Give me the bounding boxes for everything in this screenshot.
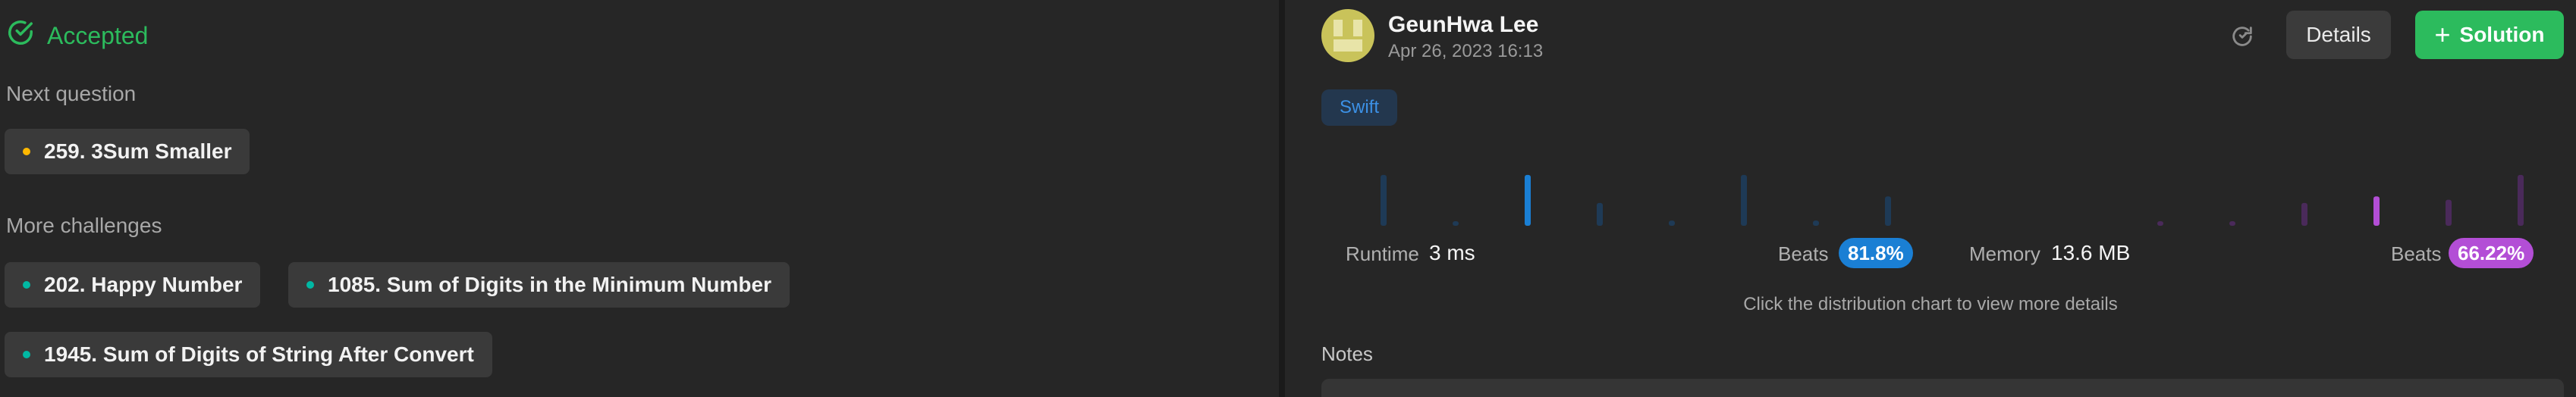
solution-button[interactable]: + Solution <box>2415 11 2564 59</box>
distribution-bar[interactable] <box>1381 174 1387 226</box>
check-circle-icon <box>6 18 35 53</box>
solution-label: Solution <box>2459 23 2545 46</box>
plus-icon: + <box>2434 19 2451 50</box>
distribution-chart[interactable] <box>1321 148 2564 232</box>
refresh-icon <box>2232 27 2252 46</box>
memory-beats-badge: 66.22% <box>2449 238 2534 268</box>
distribution-bar[interactable] <box>1813 220 1819 226</box>
problem-title: 259. 3Sum Smaller <box>44 139 232 163</box>
runtime-label: Runtime <box>1346 242 1419 265</box>
memory-value: 13.6 MB <box>2051 241 2131 264</box>
difficulty-dot <box>23 281 30 289</box>
challenge-item[interactable]: 1945. Sum of Digits of String After Conv… <box>5 332 492 377</box>
problem-title: 1945. Sum of Digits of String After Conv… <box>44 342 474 366</box>
distribution-bar[interactable] <box>2301 202 2307 226</box>
memory-label: Memory <box>1969 242 2040 265</box>
problem-title: 1085. Sum of Digits in the Minimum Numbe… <box>328 273 771 296</box>
notes-label: Notes <box>1321 342 1373 365</box>
submission-panel: GeunHwa Lee Apr 26, 2023 16:13 Details +… <box>1285 0 2576 397</box>
next-question-label: Next question <box>6 82 137 105</box>
challenge-item[interactable]: 202. Happy Number <box>5 262 261 308</box>
distribution-bar[interactable] <box>1885 196 1891 226</box>
distribution-bar[interactable] <box>2446 199 2452 226</box>
distribution-bar[interactable] <box>1741 174 1747 226</box>
refresh-button[interactable] <box>2224 18 2260 55</box>
distribution-bar[interactable] <box>1525 174 1531 226</box>
distribution-bar[interactable] <box>2229 221 2235 226</box>
language-tag: Swift <box>1321 89 1398 126</box>
status-text: Accepted <box>47 21 149 49</box>
distribution-bar[interactable] <box>1453 221 1459 226</box>
avatar[interactable] <box>1321 9 1374 62</box>
runtime-beats-label: Beats <box>1778 242 1829 265</box>
more-challenges-label: More challenges <box>6 214 162 237</box>
distribution-bar[interactable] <box>2518 174 2524 226</box>
app-root: Accepted Next question 259. 3Sum Smaller… <box>0 0 2576 397</box>
details-button[interactable]: Details <box>2286 11 2391 59</box>
panel-resize-handle[interactable] <box>1279 0 1285 397</box>
language-label: Swift <box>1340 97 1380 117</box>
memory-beats-label: Beats <box>2391 242 2442 265</box>
distribution-bar[interactable] <box>2373 196 2380 226</box>
next-question-item[interactable]: 259. 3Sum Smaller <box>5 129 250 174</box>
distribution-bar[interactable] <box>1669 220 1675 226</box>
notes-input[interactable] <box>1321 379 2564 397</box>
runtime-beats-value: 81.8% <box>1848 241 1904 264</box>
challenge-item[interactable]: 1085. Sum of Digits in the Minimum Numbe… <box>288 262 790 308</box>
chart-hint: Click the distribution chart to view mor… <box>1743 294 2118 314</box>
difficulty-dot <box>23 351 30 358</box>
difficulty-dot <box>306 281 314 289</box>
result-panel: Accepted Next question 259. 3Sum Smaller… <box>0 0 1279 397</box>
user-name[interactable]: GeunHwa Lee <box>1388 12 1538 38</box>
memory-beats-value: 66.22% <box>2458 241 2525 264</box>
runtime-beats-badge: 81.8% <box>1839 238 1913 268</box>
problem-title: 202. Happy Number <box>44 273 243 296</box>
status-accepted: Accepted <box>6 18 148 53</box>
runtime-value: 3 ms <box>1429 241 1475 264</box>
submission-date: Apr 26, 2023 16:13 <box>1388 41 1544 61</box>
difficulty-dot <box>23 148 30 155</box>
distribution-bar[interactable] <box>1597 202 1603 226</box>
details-label: Details <box>2306 23 2371 46</box>
distribution-bar[interactable] <box>2157 221 2163 226</box>
